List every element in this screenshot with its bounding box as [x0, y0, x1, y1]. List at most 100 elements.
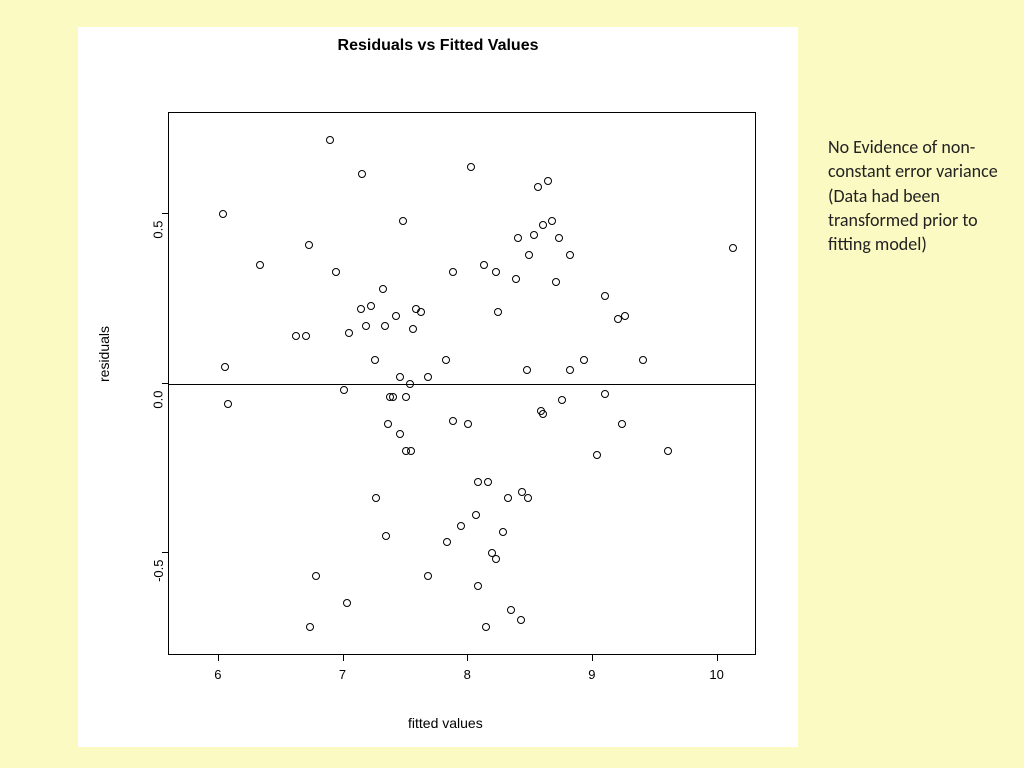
y-tick-label: 0.0 — [151, 390, 166, 408]
data-point — [340, 386, 348, 394]
data-point — [343, 599, 351, 607]
annotation-text: No Evidence of non-constant error varian… — [828, 135, 998, 256]
plot-area — [168, 112, 756, 655]
data-point — [396, 373, 404, 381]
data-point — [566, 251, 574, 259]
data-point — [358, 170, 366, 178]
data-point — [514, 234, 522, 242]
data-point — [524, 494, 532, 502]
data-point — [664, 447, 672, 455]
data-point — [221, 363, 229, 371]
data-point — [224, 400, 232, 408]
data-point — [402, 393, 410, 401]
data-point — [504, 494, 512, 502]
data-point — [389, 393, 397, 401]
data-point — [417, 308, 425, 316]
data-point — [558, 396, 566, 404]
data-point — [357, 305, 365, 313]
data-point — [407, 447, 415, 455]
data-point — [566, 366, 574, 374]
data-point — [525, 251, 533, 259]
data-point — [474, 582, 482, 590]
plot-panel: Residuals vs Fitted Values residuals fit… — [78, 27, 798, 747]
data-point — [492, 268, 500, 276]
data-point — [601, 292, 609, 300]
data-point — [548, 217, 556, 225]
x-tick-mark — [343, 655, 344, 661]
data-point — [406, 380, 414, 388]
data-point — [424, 572, 432, 580]
y-tick-mark — [162, 213, 168, 214]
x-axis-label: fitted values — [408, 715, 483, 731]
y-axis-label: residuals — [96, 326, 112, 382]
data-point — [371, 356, 379, 364]
data-point — [443, 538, 451, 546]
data-point — [399, 217, 407, 225]
data-point — [372, 494, 380, 502]
data-point — [326, 136, 334, 144]
data-point — [384, 420, 392, 428]
zero-line — [169, 384, 755, 385]
data-point — [345, 329, 353, 337]
x-tick-mark — [592, 655, 593, 661]
data-point — [219, 210, 227, 218]
data-point — [449, 268, 457, 276]
data-point — [256, 261, 264, 269]
x-tick-label: 6 — [214, 667, 221, 682]
data-point — [472, 511, 480, 519]
y-tick-mark — [162, 552, 168, 553]
data-point — [494, 308, 502, 316]
y-tick-label: 0.5 — [151, 221, 166, 239]
data-point — [621, 312, 629, 320]
data-point — [580, 356, 588, 364]
data-point — [530, 231, 538, 239]
data-point — [312, 572, 320, 580]
x-tick-label: 9 — [588, 667, 595, 682]
data-point — [467, 163, 475, 171]
data-point — [539, 221, 547, 229]
y-tick-label: -0.5 — [151, 559, 166, 581]
data-point — [392, 312, 400, 320]
data-point — [367, 302, 375, 310]
data-point — [534, 183, 542, 191]
x-tick-label: 8 — [464, 667, 471, 682]
data-point — [449, 417, 457, 425]
x-tick-mark — [218, 655, 219, 661]
data-point — [507, 606, 515, 614]
data-point — [305, 241, 313, 249]
data-point — [593, 451, 601, 459]
data-point — [381, 322, 389, 330]
data-point — [424, 373, 432, 381]
data-point — [552, 278, 560, 286]
x-tick-mark — [467, 655, 468, 661]
data-point — [555, 234, 563, 242]
data-point — [544, 177, 552, 185]
data-point — [729, 244, 737, 252]
data-point — [474, 478, 482, 486]
data-point — [382, 532, 390, 540]
y-tick-mark — [162, 383, 168, 384]
data-point — [539, 410, 547, 418]
data-point — [396, 430, 404, 438]
data-point — [464, 420, 472, 428]
slide: Residuals vs Fitted Values residuals fit… — [0, 0, 1024, 768]
data-point — [442, 356, 450, 364]
data-point — [302, 332, 310, 340]
data-point — [457, 522, 465, 530]
x-tick-label: 10 — [709, 667, 723, 682]
data-point — [601, 390, 609, 398]
data-point — [512, 275, 520, 283]
data-point — [480, 261, 488, 269]
data-point — [499, 528, 507, 536]
data-point — [618, 420, 626, 428]
data-point — [484, 478, 492, 486]
x-tick-mark — [717, 655, 718, 661]
data-point — [332, 268, 340, 276]
data-point — [409, 325, 417, 333]
data-point — [362, 322, 370, 330]
chart-title: Residuals vs Fitted Values — [78, 27, 798, 55]
data-point — [306, 623, 314, 631]
data-point — [639, 356, 647, 364]
data-point — [379, 285, 387, 293]
data-point — [492, 555, 500, 563]
